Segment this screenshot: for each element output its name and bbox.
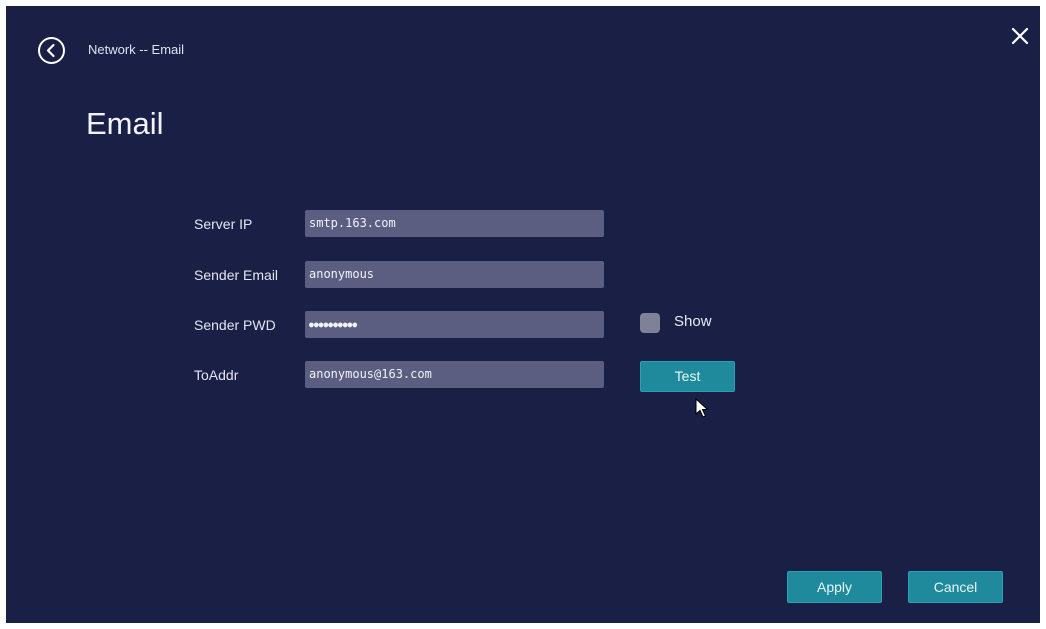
cancel-button[interactable]: Cancel	[908, 571, 1003, 603]
sender-email-field[interactable]: anonymous	[305, 261, 604, 288]
close-icon[interactable]	[1010, 26, 1030, 46]
show-password-checkbox[interactable]	[640, 313, 660, 333]
to-addr-field[interactable]: anonymous@163.com	[305, 361, 604, 388]
mouse-pointer-icon	[695, 397, 709, 420]
sender-pwd-field[interactable]: ●●●●●●●●●●	[305, 311, 604, 338]
sender-pwd-label: Sender PWD	[194, 317, 276, 333]
apply-button[interactable]: Apply	[787, 571, 882, 603]
sender-email-label: Sender Email	[194, 267, 279, 283]
server-ip-field[interactable]: smtp.163.com	[305, 210, 604, 237]
server-ip-label: Server IP	[194, 216, 253, 232]
show-password-label: Show	[674, 313, 712, 330]
to-addr-label: ToAddr	[194, 367, 239, 383]
page-title: Email	[86, 106, 164, 141]
back-icon[interactable]	[37, 36, 66, 65]
breadcrumb: Network -- Email	[88, 42, 185, 57]
test-button[interactable]: Test	[640, 361, 735, 392]
email-settings-screen: Network -- Email Email Server IP smtp.16…	[6, 6, 1040, 623]
